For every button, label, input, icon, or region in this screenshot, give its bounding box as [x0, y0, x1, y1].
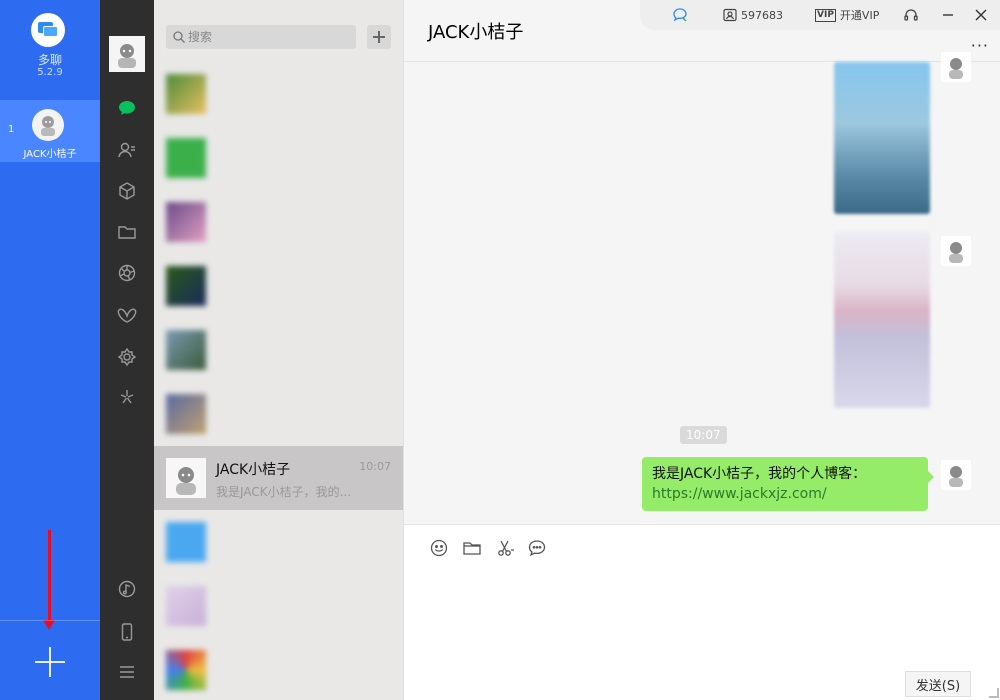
- shared-image[interactable]: [834, 62, 930, 214]
- conversation-item[interactable]: [154, 318, 403, 382]
- conversation-avatar: [166, 266, 206, 306]
- conversation-name: JACK小桔子: [216, 462, 291, 478]
- conversation-item-active[interactable]: JACK小桔子 我是JACK小桔子，我的... 10:07: [154, 446, 403, 510]
- search-input[interactable]: [188, 28, 348, 46]
- chat-title: JACK小桔子: [428, 22, 524, 43]
- add-chat-button[interactable]: [367, 25, 391, 49]
- wechat-nav: [100, 0, 154, 700]
- conversation-item[interactable]: [154, 62, 403, 126]
- duoliao-topbar: 597683 VIP 开通VIP: [640, 0, 1000, 30]
- cloud-chat-icon[interactable]: [672, 6, 691, 24]
- conversation-time: 10:07: [359, 460, 391, 473]
- scissors-icon[interactable]: [494, 537, 516, 559]
- music-icon[interactable]: [115, 577, 139, 601]
- conversation-avatar: [166, 650, 206, 690]
- divider: [0, 620, 100, 621]
- phone-icon[interactable]: [115, 620, 139, 644]
- conversation-avatar: [166, 202, 206, 242]
- menu-icon[interactable]: [115, 660, 139, 684]
- conversation-avatar: [166, 458, 206, 498]
- message-input-area[interactable]: 发送(S): [404, 524, 1000, 700]
- folder-icon[interactable]: [115, 220, 139, 244]
- vip-label: 开通VIP: [839, 9, 880, 22]
- conversation-avatar: [166, 74, 206, 114]
- app-version: 5.2.9: [37, 67, 63, 78]
- conversation-item[interactable]: [154, 126, 403, 190]
- message-timestamp: 10:07: [680, 426, 727, 444]
- conversation-item[interactable]: [154, 574, 403, 638]
- conversation-item[interactable]: [154, 382, 403, 446]
- contacts-icon[interactable]: [115, 138, 139, 162]
- send-button[interactable]: 发送(S): [905, 671, 971, 697]
- chat-panel: JACK小桔子 ··· 10:07 我是JACK小桔子，我的个人博客： https…: [403, 0, 1000, 700]
- more-options-button[interactable]: ···: [971, 36, 989, 55]
- conversation-item[interactable]: [154, 254, 403, 318]
- chat-bubble-icon[interactable]: [526, 537, 548, 559]
- search-box: [166, 25, 356, 49]
- sender-avatar[interactable]: [941, 236, 971, 266]
- conversation-item[interactable]: [154, 190, 403, 254]
- butterfly-icon[interactable]: [115, 304, 139, 328]
- account-avatar: [32, 109, 64, 141]
- message-text: 我是JACK小桔子，我的个人博客：: [652, 466, 867, 482]
- user-avatar[interactable]: [109, 36, 145, 72]
- account-id[interactable]: 597683: [722, 6, 783, 24]
- app-name: 多聊: [37, 53, 62, 67]
- red-down-arrow: [43, 530, 55, 630]
- sparkle-icon[interactable]: [115, 385, 139, 409]
- vip-icon: VIP: [815, 8, 836, 22]
- conversation-avatar: [166, 522, 206, 562]
- account-id-text: 597683: [741, 8, 783, 22]
- aperture-icon[interactable]: [115, 261, 139, 285]
- account-item[interactable]: 1 JACK小桔子: [0, 100, 100, 162]
- chat-icon[interactable]: [115, 96, 139, 120]
- message-bubble[interactable]: 我是JACK小桔子，我的个人博客： https://www.jackxjz.com…: [642, 457, 934, 511]
- id-card-icon: [723, 8, 737, 22]
- folder-icon[interactable]: [461, 537, 483, 559]
- conversation-avatar: [166, 138, 206, 178]
- emoji-icon[interactable]: [428, 537, 450, 559]
- gear-flower-icon[interactable]: [115, 345, 139, 369]
- close-icon[interactable]: [973, 6, 992, 24]
- sender-avatar[interactable]: [941, 460, 971, 490]
- conversation-list: JACK小桔子 我是JACK小桔子，我的... 10:07: [154, 0, 403, 700]
- message-link[interactable]: https://www.jackxjz.com/: [652, 486, 827, 502]
- minimize-icon[interactable]: [940, 6, 959, 24]
- conversation-avatar: [166, 586, 206, 626]
- duoliao-sidebar: 多聊 5.2.9 1 JACK小桔子: [0, 0, 100, 700]
- sender-avatar[interactable]: [941, 52, 971, 82]
- account-index: 1: [8, 124, 15, 135]
- headset-icon[interactable]: [903, 6, 922, 24]
- add-account-button[interactable]: [33, 645, 67, 679]
- shared-image[interactable]: [834, 232, 930, 408]
- conversation-avatar: [166, 394, 206, 434]
- conversation-preview: 我是JACK小桔子，我的...: [216, 485, 352, 499]
- chat-bubbles-logo-icon: [31, 13, 65, 47]
- conversation-avatar: [166, 330, 206, 370]
- vip-button[interactable]: VIP 开通VIP: [815, 6, 879, 24]
- box-icon[interactable]: [115, 179, 139, 203]
- account-name: JACK小桔子: [23, 149, 77, 160]
- conversation-item[interactable]: [154, 510, 403, 574]
- conversation-item[interactable]: [154, 638, 403, 700]
- resize-grip[interactable]: [989, 688, 999, 698]
- search-icon: [173, 31, 185, 43]
